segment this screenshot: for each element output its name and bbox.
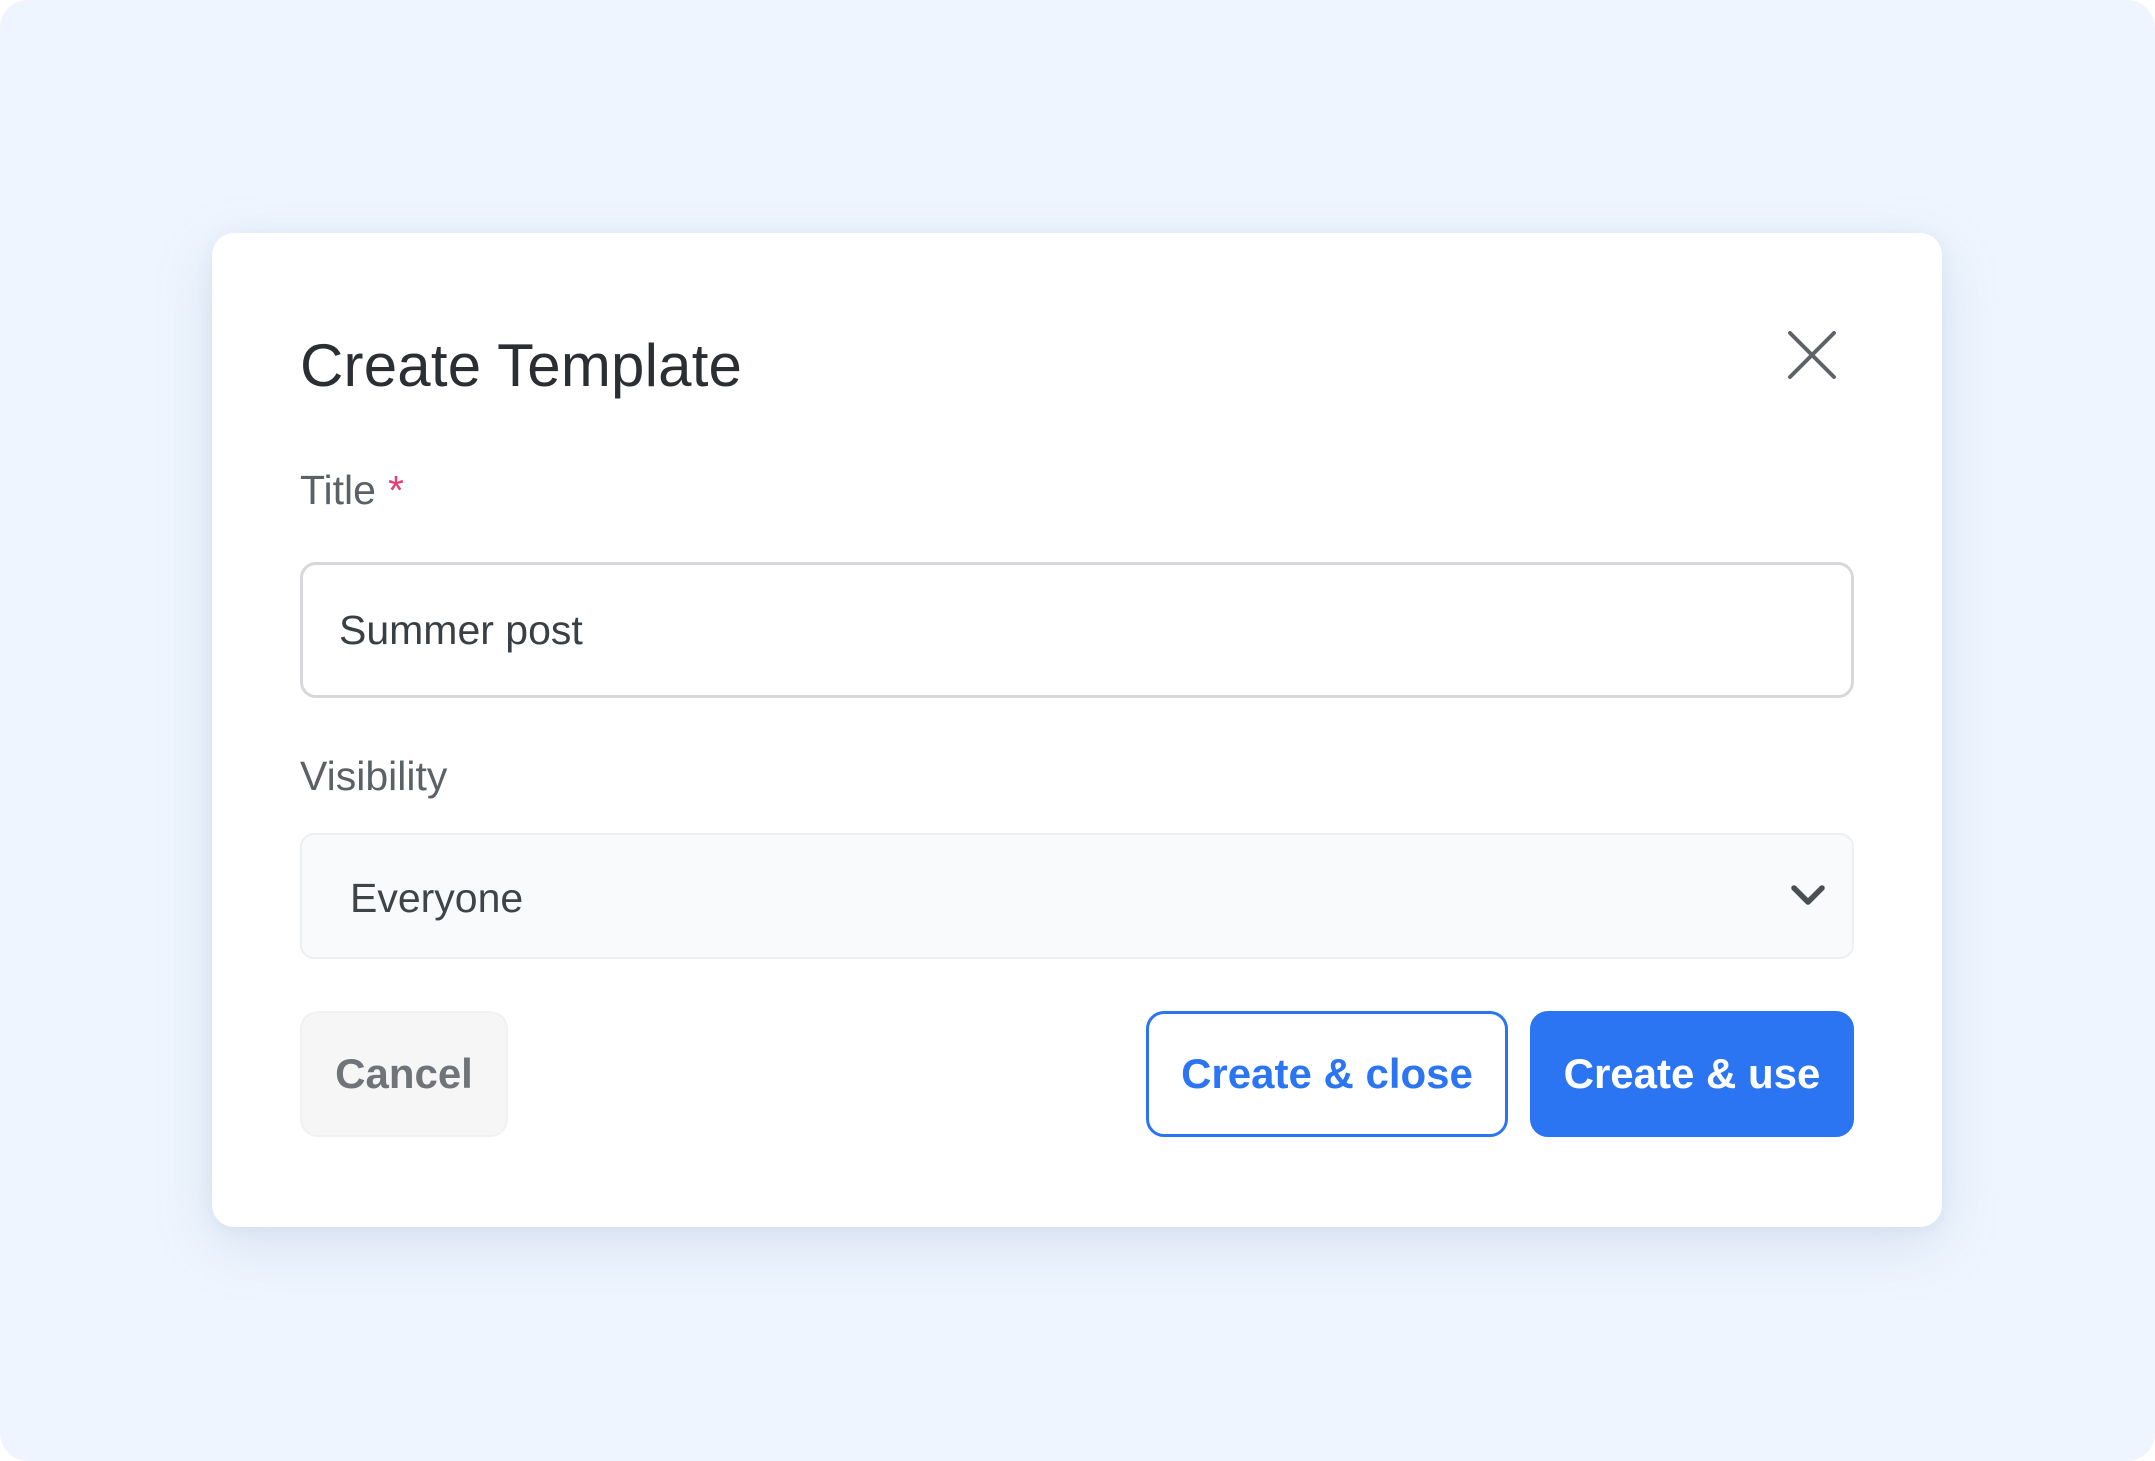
create-and-use-button[interactable]: Create & use xyxy=(1530,1011,1854,1137)
title-label-text: Title xyxy=(300,467,376,513)
visibility-field-label: Visibility xyxy=(300,753,448,799)
close-button[interactable] xyxy=(1782,325,1842,385)
chevron-down-icon xyxy=(1791,885,1825,905)
visibility-selected-value: Everyone xyxy=(350,875,524,921)
create-and-close-button[interactable]: Create & close xyxy=(1146,1011,1508,1137)
create-template-dialog: Create Template Title* Visibility Everyo… xyxy=(212,233,1942,1227)
required-marker: * xyxy=(387,467,404,513)
close-icon xyxy=(1788,331,1836,379)
visibility-select[interactable]: Everyone xyxy=(300,833,1854,959)
dialog-title: Create Template xyxy=(300,332,743,399)
cancel-button[interactable]: Cancel xyxy=(300,1011,508,1137)
title-input[interactable] xyxy=(300,562,1854,698)
title-field-label: Title * xyxy=(300,465,404,515)
